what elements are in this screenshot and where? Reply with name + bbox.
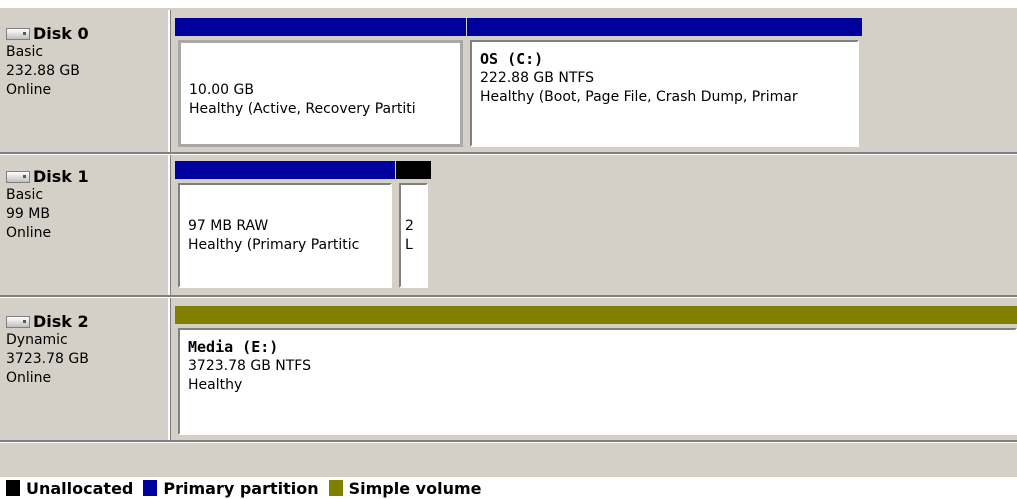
disk-0-partition-2[interactable]: OS (C:) 222.88 GB NTFS Healthy (Boot, Pa… — [467, 18, 862, 150]
primary-partition-bar — [467, 18, 862, 36]
disk-2-type: Dynamic — [6, 332, 68, 348]
legend-unallocated: Unallocated — [0, 479, 133, 498]
partition-size: 3723.78 GB NTFS — [188, 358, 311, 374]
disk-1-size: 99 MB — [6, 206, 50, 222]
legend-primary-partition: Primary partition — [137, 478, 319, 498]
partition-status: Healthy (Boot, Page File, Crash Dump, Pr… — [480, 89, 798, 105]
primary-partition-bar — [175, 18, 466, 36]
disk-management-graphical-view: Disk 0 Basic 232.88 GB Online 10.00 GB H… — [0, 0, 1017, 499]
simple-volume-swatch-icon — [328, 480, 343, 496]
partition-body[interactable]: 10.00 GB Healthy (Active, Recovery Parti… — [178, 40, 463, 147]
partition-status: Healthy — [188, 377, 243, 393]
disk-2-size: 3723.78 GB — [6, 351, 89, 367]
disk-1-type: Basic — [6, 187, 44, 203]
disk-0-name: Disk 0 — [33, 24, 89, 43]
disk-1-name: Disk 1 — [33, 167, 89, 186]
partition-status: Healthy (Primary Partitic — [188, 237, 360, 253]
partition-name: Media (E:) — [188, 338, 279, 356]
simple-volume-bar — [175, 306, 1017, 324]
partition-name: OS (C:) — [480, 50, 544, 68]
disk-row-1[interactable]: Disk 1 Basic 99 MB Online 97 MB RAW Heal… — [0, 155, 1017, 295]
disk-1-partition-1[interactable]: 97 MB RAW Healthy (Primary Partitic — [175, 161, 395, 291]
partition-size: 10.00 GB — [189, 82, 254, 98]
unallocated-swatch-icon — [6, 480, 20, 496]
partition-body[interactable]: 97 MB RAW Healthy (Primary Partitic — [178, 183, 392, 288]
disk-row-0[interactable]: Disk 0 Basic 232.88 GB Online 10.00 GB H… — [0, 10, 1017, 152]
disk-2-status: Online — [6, 370, 52, 386]
disk-0-type: Basic — [6, 44, 44, 60]
partition-size: 97 MB RAW — [188, 218, 269, 234]
disk-2-info[interactable]: Disk 2 Dynamic 3723.78 GB Online — [6, 298, 170, 440]
disk-1-info[interactable]: Disk 1 Basic 99 MB Online — [6, 155, 170, 295]
legend: Unallocated Primary partition Simple vol… — [0, 477, 1017, 499]
disk-icon — [6, 27, 30, 40]
partition-body[interactable]: 2 L — [399, 183, 428, 288]
disk-0-size: 232.88 GB — [6, 63, 80, 79]
partition-body[interactable]: Media (E:) 3723.78 GB NTFS Healthy — [178, 328, 1017, 435]
disk-1-status: Online — [6, 225, 52, 241]
partition-size: 2 — [405, 218, 414, 234]
unallocated-bar — [396, 161, 431, 179]
legend-label: Simple volume — [348, 478, 482, 498]
disk-1-title: Disk 1 — [6, 155, 168, 186]
disk-1-partition-2[interactable]: 2 L — [396, 161, 431, 291]
legend-simple-volume: Simple volume — [323, 478, 482, 498]
disk-2-partition-1[interactable]: Media (E:) 3723.78 GB NTFS Healthy — [175, 306, 1017, 438]
legend-label: Unallocated — [26, 478, 134, 498]
disk-0-title: Disk 0 — [6, 10, 168, 43]
disk-0-status: Online — [6, 82, 52, 98]
disk-icon — [6, 170, 30, 183]
partition-size: 222.88 GB NTFS — [480, 70, 595, 86]
disk-0-info[interactable]: Disk 0 Basic 232.88 GB Online — [6, 10, 170, 152]
primary-partition-bar — [175, 161, 395, 179]
partition-status: Healthy (Active, Recovery Partiti — [189, 101, 416, 117]
disk-2-name: Disk 2 — [33, 312, 89, 331]
primary-partition-swatch-icon — [143, 480, 158, 496]
disk-2-title: Disk 2 — [6, 298, 168, 331]
partition-body[interactable]: OS (C:) 222.88 GB NTFS Healthy (Boot, Pa… — [470, 40, 859, 147]
row-separator — [0, 440, 1017, 443]
legend-label: Primary partition — [163, 478, 319, 498]
top-strip — [0, 0, 1017, 8]
disk-0-partition-1[interactable]: 10.00 GB Healthy (Active, Recovery Parti… — [175, 18, 466, 150]
disk-row-2[interactable]: Disk 2 Dynamic 3723.78 GB Online Media (… — [0, 298, 1017, 440]
partition-status: L — [405, 237, 413, 253]
disk-icon — [6, 315, 30, 328]
